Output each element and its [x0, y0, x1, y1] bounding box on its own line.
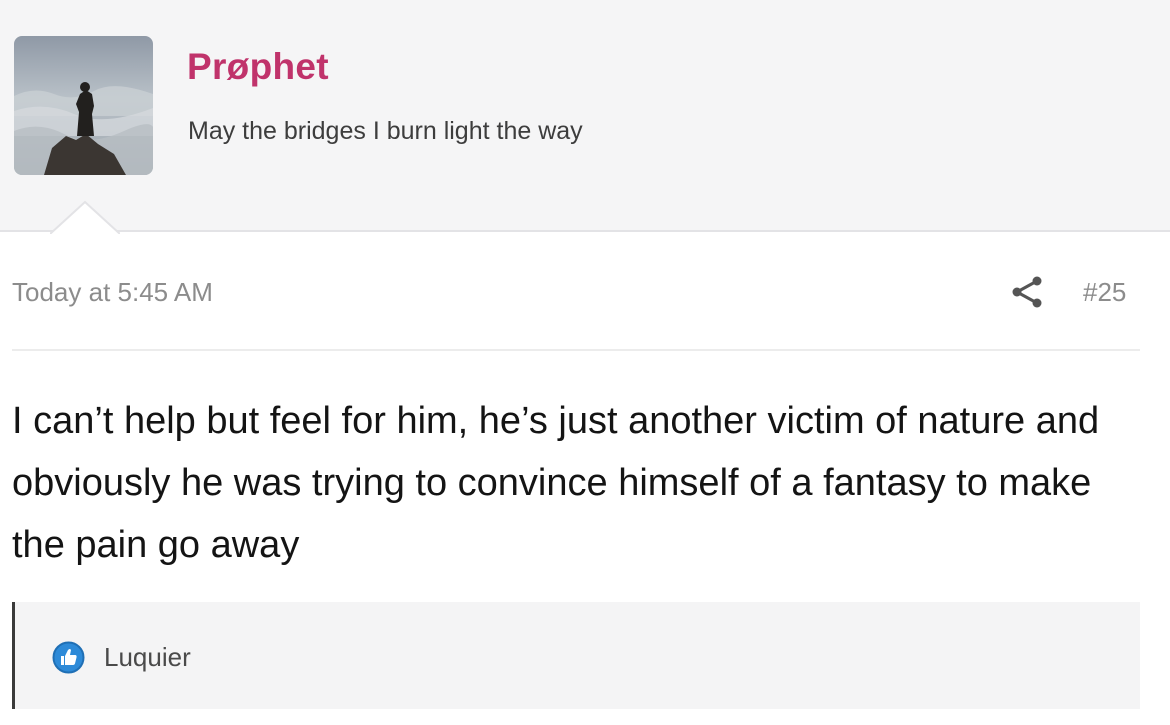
likes-bar: Luquier [12, 602, 1140, 709]
user-title: May the bridges I burn light the way [188, 117, 583, 145]
post-user-header: Prøphet May the bridges I burn light the… [0, 0, 1170, 232]
liker-name[interactable]: Luquier [104, 642, 191, 673]
post-number-link[interactable]: #25 [1083, 277, 1126, 308]
username[interactable]: Prøphet [187, 46, 329, 88]
post-date[interactable]: Today at 5:45 AM [12, 277, 213, 308]
avatar[interactable] [14, 36, 153, 175]
share-icon[interactable] [1010, 275, 1044, 309]
avatar-image [14, 36, 153, 175]
thumbs-up-icon [52, 641, 85, 674]
post-divider [12, 349, 1140, 351]
post-message: I can’t help but feel for him, he’s just… [12, 400, 1100, 566]
